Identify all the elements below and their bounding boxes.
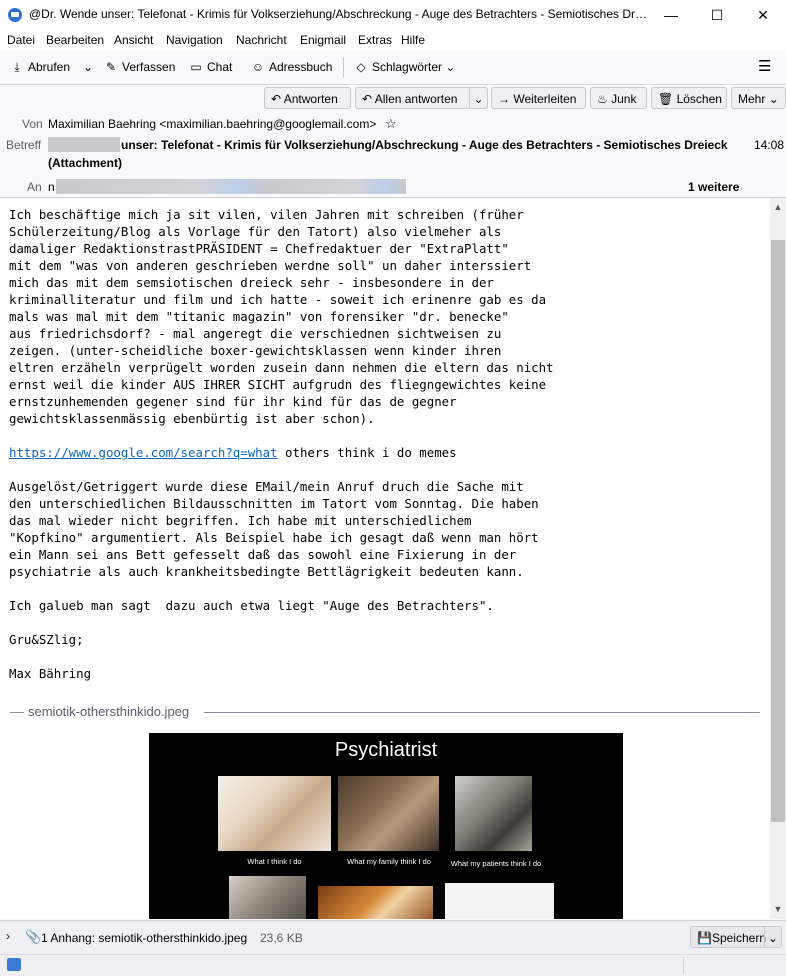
body-paragraph-2: Ausgelöst/Getriggert wurde diese EMail/m… (9, 479, 539, 579)
menu-hilfe[interactable]: Hilfe (401, 33, 425, 47)
message-body-pane: Ich beschäftige mich ja sit vilen, vilen… (0, 198, 770, 919)
paperclip-icon: 📎 (25, 929, 42, 944)
trash-icon: 🗑 (658, 92, 674, 106)
attachment-image[interactable]: Psychiatrist What I think I do What my f… (149, 733, 623, 919)
reply-icon: ↶ (271, 92, 282, 106)
chevron-down-icon: ⌄ (445, 60, 456, 74)
maximize-button[interactable]: ☐ (694, 0, 740, 30)
signature: Max Bähring (9, 666, 92, 681)
meme-photo-patients (455, 776, 532, 851)
main-toolbar: ⤓ Abrufen ⌄ ✎ Verfassen ▭ Chat ☺ Adressbuch … (0, 50, 786, 85)
body-paragraph-1: Ich beschäftige mich ja sit vilen, vilen… (9, 207, 554, 426)
attachment-count-label[interactable]: 1 Anhang: semiotik-othersthinkido.jpeg (41, 931, 247, 945)
get-mail-button[interactable]: ⤓ Abrufen (10, 57, 70, 77)
chevron-down-icon[interactable]: ⌄ (764, 927, 781, 947)
star-icon[interactable]: ☆ (385, 116, 397, 132)
get-mail-dropdown[interactable]: ⌄ (81, 57, 95, 77)
from-label: Von (22, 117, 43, 131)
toolbar-separator (343, 57, 344, 77)
address-book-button[interactable]: ☺ Adressbuch (251, 57, 333, 77)
menu-bearbeiten[interactable]: Bearbeiten (46, 33, 104, 47)
greeting: Gru&SZlig; (9, 632, 84, 647)
redacted-recipients (56, 179, 406, 194)
subject-line-2: (Attachment) (48, 156, 122, 170)
save-disk-icon: 💾 (697, 931, 712, 945)
chevron-down-icon: ⌄ (768, 92, 779, 106)
more-button[interactable]: Mehr ⌄ (731, 87, 786, 109)
menu-enigmail[interactable]: Enigmail (300, 33, 346, 47)
scroll-down-arrow-icon[interactable]: ▼ (773, 904, 783, 914)
pencil-icon: ✎ (105, 60, 117, 74)
junk-button[interactable]: ♨ Junk (590, 87, 647, 109)
subject-line-1: unser: Telefonat - Krimis für Volkserzie… (121, 138, 728, 152)
body-paragraph-3: Ich galueb man sagt dazu auch etwa liegt… (9, 598, 494, 613)
tag-icon: ◇ (356, 60, 366, 74)
meme-photo-6 (445, 883, 554, 919)
menu-bar: Datei Bearbeiten Ansicht Navigation Nach… (0, 30, 786, 50)
reply-all-icon: ↶ (362, 92, 373, 106)
search-link[interactable]: https://www.google.com/search?q=what (9, 445, 278, 460)
status-bar (0, 954, 786, 976)
link-suffix: others think i do memes (277, 445, 457, 460)
meme-caption-2: What my family think I do (347, 857, 431, 866)
flame-icon: ♨ (597, 92, 608, 106)
chevron-down-icon[interactable]: ⌄ (469, 88, 487, 108)
menu-extras[interactable]: Extras (358, 33, 392, 47)
vertical-scrollbar[interactable]: ▲ ▼ (770, 198, 786, 919)
to-value[interactable]: n (48, 180, 55, 194)
save-attachment-button[interactable]: 💾Speichern ⌄ (690, 926, 782, 948)
meme-photo-5 (318, 886, 433, 919)
attachment-size: 23,6 KB (260, 931, 303, 945)
to-label: An (27, 180, 42, 194)
write-button[interactable]: ✎ Verfassen (104, 57, 175, 77)
reply-button[interactable]: ↶ Antworten (264, 87, 351, 109)
meme-photo-family (338, 776, 439, 851)
app-menu-button[interactable]: ☰ (758, 57, 771, 77)
meme-photo-nurse (218, 776, 331, 851)
minimize-button[interactable]: — (648, 0, 694, 30)
from-value[interactable]: Maximilian Baehring <maximilian.baehring… (48, 117, 376, 131)
message-time: 14:08 (754, 138, 785, 152)
attachment-separator: semiotik-othersthinkido.jpeg (10, 704, 760, 720)
download-icon: ⤓ (14, 60, 20, 74)
menu-ansicht[interactable]: Ansicht (114, 33, 153, 47)
window-title: @Dr. Wende unser: Telefonat - Krimis für… (29, 7, 649, 21)
subject-label: Betreff (6, 138, 42, 152)
forward-arrow-icon: → (498, 92, 510, 106)
delete-button[interactable]: 🗑 Löschen (651, 87, 727, 109)
attachment-name-inline: semiotik-othersthinkido.jpeg (26, 704, 192, 719)
menu-navigation[interactable]: Navigation (166, 33, 223, 47)
more-recipients-link[interactable]: 1 weitere (688, 180, 739, 194)
thunderbird-app-icon (8, 8, 22, 22)
reply-all-button[interactable]: ↶ Allen antworten ⌄ (355, 87, 488, 109)
menu-nachricht[interactable]: Nachricht (236, 33, 287, 47)
chat-icon: ▭ (190, 60, 202, 74)
scrollbar-thumb[interactable] (771, 240, 785, 822)
close-window-button[interactable]: ✕ (740, 0, 786, 30)
tags-button[interactable]: ◇ Schlagwörter ⌄ (354, 57, 455, 77)
title-bar: @Dr. Wende unser: Telefonat - Krimis für… (0, 0, 786, 31)
meme-caption-1: What I think I do (247, 857, 302, 866)
chat-button[interactable]: ▭ Chat (189, 57, 232, 77)
meme-title: Psychiatrist (334, 739, 438, 761)
attachment-bar: › 📎 1 Anhang: semiotik-othersthinkido.jp… (0, 920, 786, 955)
scroll-up-arrow-icon[interactable]: ▲ (773, 202, 783, 212)
menu-datei[interactable]: Datei (7, 33, 35, 47)
redacted-area (48, 137, 120, 152)
online-status-icon[interactable] (7, 958, 21, 971)
meme-caption-3: What my patients think I do (450, 859, 542, 868)
forward-button[interactable]: → Weiterleiten (491, 87, 586, 109)
separator-line (204, 712, 760, 713)
chevron-down-icon: ⌄ (82, 60, 94, 74)
expand-chevron-icon[interactable]: › (6, 929, 10, 943)
separator-line (10, 712, 24, 713)
person-icon: ☺ (251, 60, 265, 74)
message-text: Ich beschäftige mich ja sit vilen, vilen… (9, 206, 749, 682)
status-divider (683, 957, 684, 974)
message-header: ↶ Antworten ↶ Allen antworten ⌄ → Weiter… (0, 85, 786, 198)
meme-photo-4 (229, 876, 306, 919)
